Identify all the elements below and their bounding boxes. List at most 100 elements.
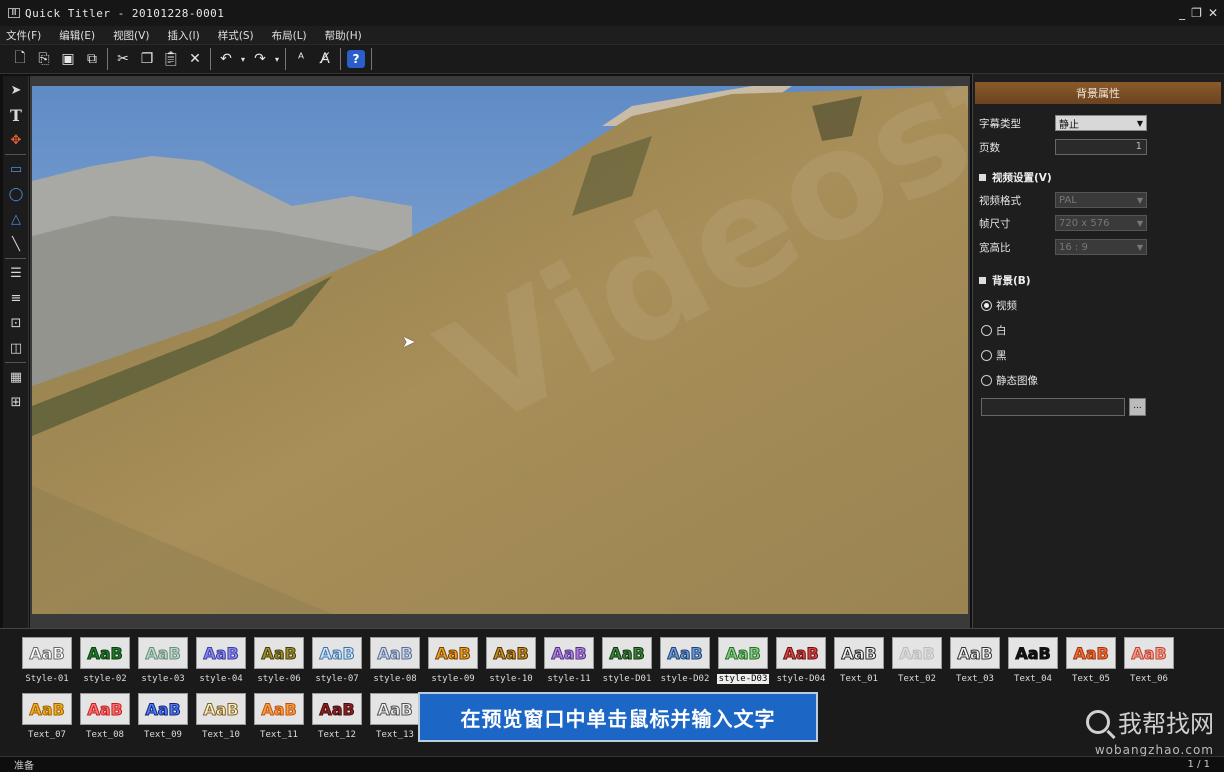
style-preview-tile[interactable]: AaB	[950, 637, 1000, 669]
style-swatch[interactable]: AaB style-09	[424, 637, 482, 693]
style-preview-tile[interactable]: AaB	[196, 693, 246, 725]
browse-button[interactable]: ...	[1129, 398, 1146, 416]
redo-dropdown-icon[interactable]: ▾	[272, 47, 282, 71]
style-preview-tile[interactable]: AaB	[834, 637, 884, 669]
style-preview-tile[interactable]: AaB	[312, 693, 362, 725]
save-icon[interactable]: ▣	[56, 47, 80, 71]
cut-icon[interactable]: ✂	[111, 47, 135, 71]
line-icon[interactable]: ╲	[4, 233, 28, 255]
style-swatch[interactable]: AaB Text_04	[1004, 637, 1062, 693]
style-preview-tile[interactable]: AaB	[602, 637, 652, 669]
style-swatch[interactable]: AaB Text_03	[946, 637, 1004, 693]
style-swatch[interactable]: AaB style-08	[366, 637, 424, 693]
style-preview-tile[interactable]: AaB	[254, 637, 304, 669]
style-preview-tile[interactable]: AaB	[1066, 637, 1116, 669]
restore-button[interactable]: ❐	[1191, 6, 1202, 20]
style-swatch[interactable]: AaB style-D03	[714, 637, 772, 693]
style-swatch[interactable]: AaB Text_13	[366, 693, 424, 749]
image-path-input[interactable]	[981, 398, 1125, 416]
save-all-icon[interactable]: ⧉	[80, 47, 104, 71]
radio-button[interactable]	[981, 325, 992, 336]
move-tool-icon[interactable]: ✥	[4, 129, 28, 151]
style-swatch[interactable]: AaB Text_10	[192, 693, 250, 749]
text-tool-icon[interactable]: T	[4, 104, 28, 126]
style-preview-tile[interactable]: AaB	[138, 693, 188, 725]
style-preview-tile[interactable]: AaB	[80, 637, 130, 669]
style-swatch[interactable]: AaB style-D01	[598, 637, 656, 693]
style-preview-tile[interactable]: AaB	[370, 637, 420, 669]
menu-style[interactable]: 样式(S)	[218, 28, 254, 43]
style-preview-tile[interactable]: AaB	[80, 693, 130, 725]
radio-button[interactable]	[981, 375, 992, 386]
style-swatch[interactable]: AaB style-D04	[772, 637, 830, 693]
style-swatch[interactable]: AaB Style-01	[18, 637, 76, 693]
style-preview-tile[interactable]: AaB	[1008, 637, 1058, 669]
style-swatch[interactable]: AaB style-07	[308, 637, 366, 693]
style-swatch[interactable]: AaB style-03	[134, 637, 192, 693]
close-button[interactable]: ✕	[1208, 6, 1218, 20]
help-button[interactable]: ?	[344, 47, 368, 71]
copy-icon[interactable]: ❐	[135, 47, 159, 71]
style-preview-tile[interactable]: AaB	[776, 637, 826, 669]
menu-layout[interactable]: 布局(L)	[272, 28, 307, 43]
text-style-icon[interactable]: ᴬ	[289, 47, 313, 71]
style-swatch[interactable]: AaB Text_07	[18, 693, 76, 749]
style-swatch[interactable]: AaB Text_09	[134, 693, 192, 749]
align-icon[interactable]: ☰	[4, 262, 28, 284]
style-preview-tile[interactable]: AaB	[1124, 637, 1174, 669]
video-settings-section[interactable]: 视频设置(V)	[979, 170, 1052, 185]
bg-option-black[interactable]: 黑	[981, 348, 1007, 363]
bg-option-white[interactable]: 白	[981, 323, 1007, 338]
style-swatch[interactable]: AaB style-06	[250, 637, 308, 693]
delete-icon[interactable]: ✕	[183, 47, 207, 71]
rectangle-icon[interactable]: ▭	[4, 158, 28, 180]
style-swatch[interactable]: AaB Text_12	[308, 693, 366, 749]
style-preview-tile[interactable]: AaB	[22, 693, 72, 725]
redo-icon[interactable]: ↷	[248, 47, 272, 71]
style-swatch[interactable]: AaB style-11	[540, 637, 598, 693]
style-preview-tile[interactable]: AaB	[370, 693, 420, 725]
new-file-icon[interactable]: 🗋	[8, 47, 32, 71]
style-swatch[interactable]: AaB style-10	[482, 637, 540, 693]
style-preview-tile[interactable]: AaB	[254, 693, 304, 725]
undo-dropdown-icon[interactable]: ▾	[238, 47, 248, 71]
style-swatch[interactable]: AaB style-02	[76, 637, 134, 693]
video-preview[interactable]: Videostu ➤	[32, 86, 968, 614]
style-preview-tile[interactable]: AaB	[312, 637, 362, 669]
undo-icon[interactable]: ↶	[214, 47, 238, 71]
style-swatch[interactable]: AaB Text_08	[76, 693, 134, 749]
style-swatch[interactable]: AaB Text_02	[888, 637, 946, 693]
bg-option-video[interactable]: 视频	[981, 298, 1017, 313]
layer-icon[interactable]: ◫	[4, 337, 28, 359]
style-swatch[interactable]: AaB Text_05	[1062, 637, 1120, 693]
pages-input[interactable]: 1	[1055, 139, 1147, 155]
style-preview-tile[interactable]: AaB	[22, 637, 72, 669]
menu-file[interactable]: 文件(F)	[6, 28, 41, 43]
style-preview-tile[interactable]: AaB	[660, 637, 710, 669]
style-preview-tile[interactable]: AaB	[138, 637, 188, 669]
style-preview-tile[interactable]: AaB	[196, 637, 246, 669]
style-preview-tile[interactable]: AaB	[486, 637, 536, 669]
style-swatch[interactable]: AaB Text_11	[250, 693, 308, 749]
triangle-icon[interactable]: △	[4, 208, 28, 230]
paste-icon[interactable]: 📋︎	[159, 47, 183, 71]
style-swatch[interactable]: AaB style-04	[192, 637, 250, 693]
radio-button[interactable]	[981, 300, 992, 311]
open-file-icon[interactable]: ⎘	[32, 47, 56, 71]
grid-icon[interactable]: ▦	[4, 366, 28, 388]
background-section[interactable]: 背景(B)	[979, 273, 1031, 288]
bg-option-still-image[interactable]: 静态图像	[981, 373, 1038, 388]
text-edit-icon[interactable]: A̸	[313, 47, 337, 71]
menu-insert[interactable]: 插入(I)	[167, 28, 199, 43]
distribute-icon[interactable]: ≡	[4, 287, 28, 309]
style-preview-tile[interactable]: AaB	[718, 637, 768, 669]
minimize-button[interactable]: _	[1179, 6, 1185, 20]
style-swatch[interactable]: AaB Text_06	[1120, 637, 1178, 693]
center-icon[interactable]: ⊡	[4, 312, 28, 334]
style-preview-tile[interactable]: AaB	[544, 637, 594, 669]
style-swatch[interactable]: AaB Text_01	[830, 637, 888, 693]
ellipse-icon[interactable]: ◯	[4, 183, 28, 205]
radio-button[interactable]	[981, 350, 992, 361]
style-preview-tile[interactable]: AaB	[428, 637, 478, 669]
menu-view[interactable]: 视图(V)	[113, 28, 149, 43]
